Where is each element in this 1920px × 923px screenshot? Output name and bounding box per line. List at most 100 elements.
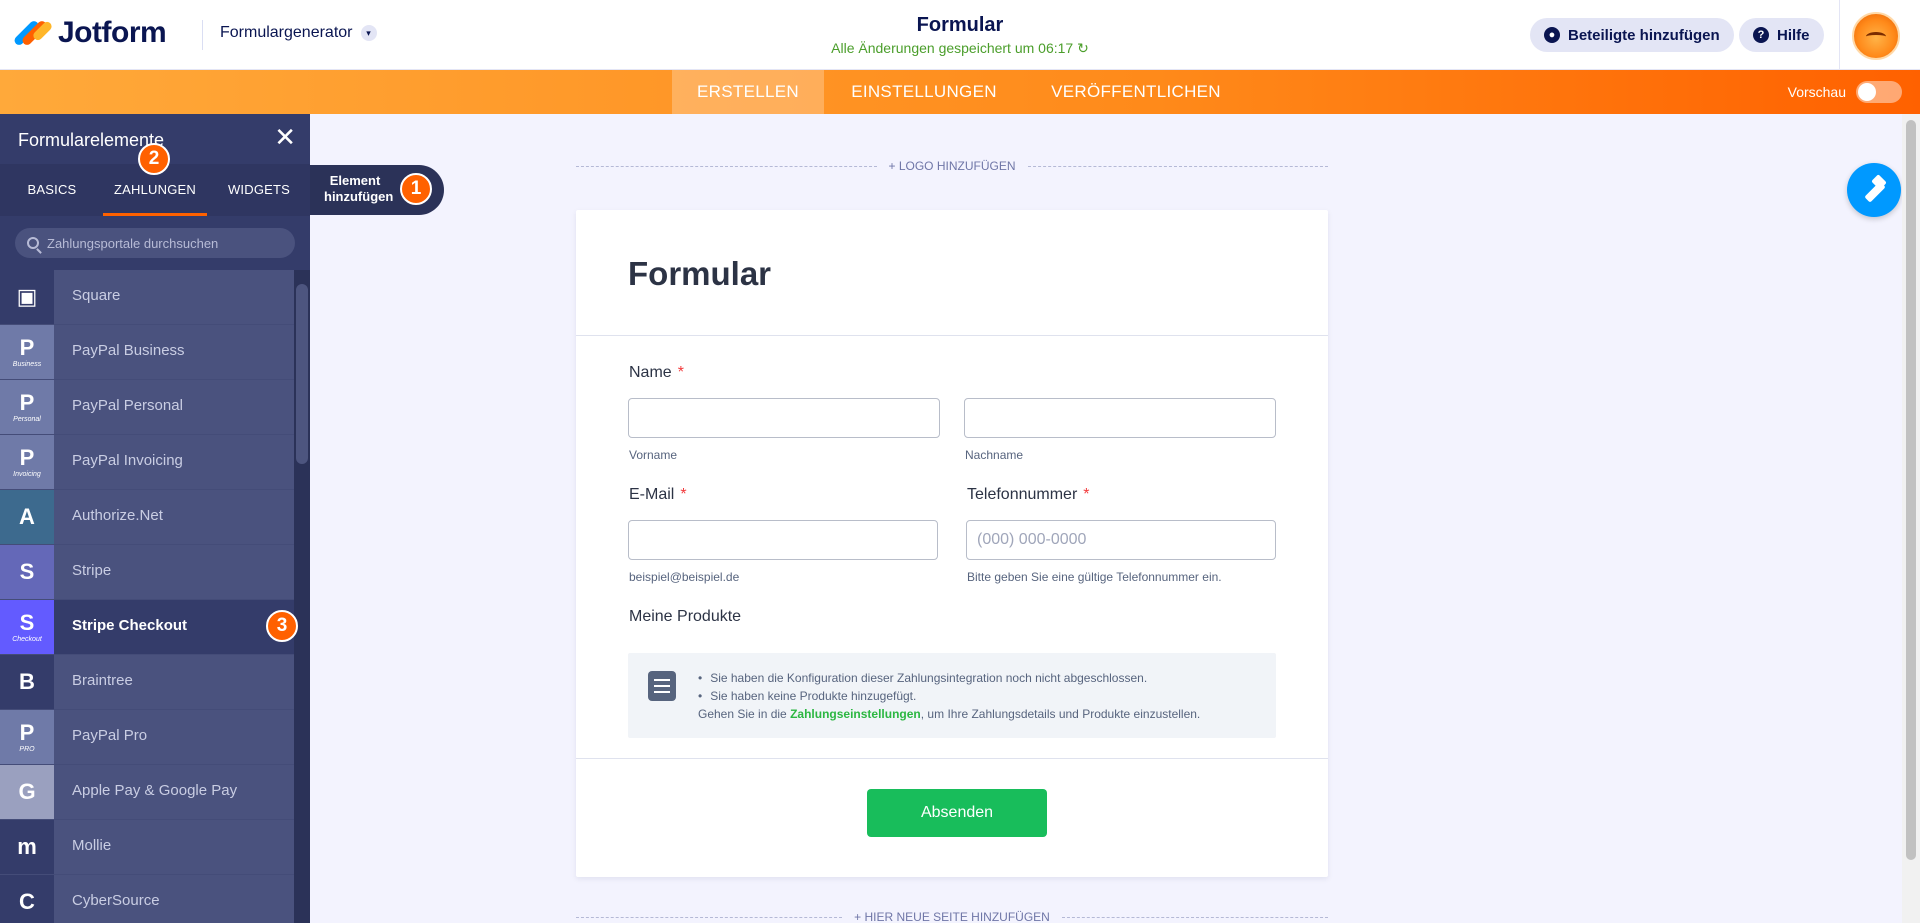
provider-sublabel: Invoicing [13, 470, 41, 478]
save-status: Alle Änderungen gespeichert um 06:17 ↻ [760, 40, 1160, 57]
payment-item-label: Square [72, 287, 121, 304]
payment-item-label: Stripe Checkout [72, 617, 188, 634]
provider-glyph: S [19, 609, 35, 635]
payment-item[interactable]: P Personal PayPal Personal [0, 380, 294, 435]
form-heading[interactable]: Formular [628, 255, 771, 293]
last-name-sublabel: Nachname [965, 448, 1024, 462]
name-label: Name * [629, 364, 684, 382]
refresh-icon: ↻ [1077, 40, 1089, 56]
payment-provider-icon: B [0, 655, 54, 709]
provider-glyph: A [19, 504, 35, 529]
payment-item[interactable]: P Invoicing PayPal Invoicing [0, 435, 294, 490]
user-icon: ● [1544, 27, 1560, 43]
payment-item[interactable]: G Apple Pay & Google Pay [0, 765, 294, 820]
payment-settings-link[interactable]: Zahlungseinstellungen [790, 707, 921, 721]
notice-settings-hint: Gehen Sie in die Zahlungseinstellungen, … [698, 707, 1200, 721]
form-designer-button[interactable] [1847, 163, 1901, 217]
notice-item: Sie haben die Konfiguration dieser Zahlu… [698, 669, 1147, 687]
divider [576, 758, 1328, 759]
form-title[interactable]: Formular [760, 14, 1160, 37]
close-icon[interactable]: ✕ [274, 124, 296, 150]
required-mark: * [677, 364, 684, 381]
form-generator-dropdown[interactable]: Formulargenerator ▾ [220, 24, 377, 42]
builder-nav: ERSTELLEN EINSTELLUNGEN VERÖFFENTLICHEN … [0, 70, 1920, 114]
tab-basics[interactable]: BASICS [18, 164, 86, 216]
add-logo-row[interactable]: + LOGO HINZUFÜGEN [576, 159, 1329, 173]
provider-glyph: P [19, 719, 35, 745]
tab-publish[interactable]: VERÖFFENTLICHEN [1036, 70, 1236, 114]
preview-toggle[interactable] [1856, 81, 1902, 103]
panel-scrollbar[interactable] [294, 270, 310, 923]
phone-label-text: Telefonnummer [967, 486, 1078, 503]
tab-widgets[interactable]: WIDGETS [222, 164, 296, 216]
add-page-row[interactable]: + HIER NEUE SEITE HINZUFÜGEN [576, 910, 1329, 923]
payment-item[interactable]: m Mollie [0, 820, 294, 875]
required-mark: * [680, 486, 687, 503]
payment-item-label: Apple Pay & Google Pay [72, 782, 238, 799]
provider-glyph: C [19, 889, 35, 914]
hint-prefix: Gehen Sie in die [698, 707, 787, 721]
name-label-text: Name [629, 364, 672, 381]
jotform-logo[interactable]: Jotform [12, 16, 167, 50]
form-title-block: Formular Alle Änderungen gespeichert um … [760, 14, 1160, 57]
first-name-input[interactable] [628, 398, 940, 438]
form-generator-label: Formulargenerator [220, 24, 353, 41]
payment-item-label: Authorize.Net [72, 507, 163, 524]
add-page-link[interactable]: + HIER NEUE SEITE HINZUFÜGEN [854, 910, 1050, 923]
phone-input[interactable]: (000) 000-0000 [966, 520, 1276, 560]
submit-button[interactable]: Absenden [867, 789, 1047, 837]
required-mark: * [1083, 486, 1090, 503]
payment-item[interactable]: ▣ Square [0, 270, 294, 325]
provider-glyph: G [18, 779, 36, 804]
page-scrollbar[interactable] [1902, 114, 1920, 923]
add-participants-button[interactable]: ● Beteiligte hinzufügen [1530, 18, 1734, 52]
search-icon [27, 237, 39, 249]
payment-item-label: CyberSource [72, 892, 160, 909]
payment-item[interactable]: A Authorize.Net [0, 490, 294, 545]
step-badge: 3 [266, 610, 298, 642]
add-participants-label: Beteiligte hinzufügen [1568, 26, 1720, 44]
tab-build[interactable]: ERSTELLEN [672, 70, 824, 114]
payment-item[interactable]: B Braintree [0, 655, 294, 710]
chevron-down-icon: ▾ [360, 25, 377, 41]
help-button[interactable]: ? Hilfe [1739, 18, 1824, 52]
provider-glyph: B [19, 669, 35, 694]
save-status-text: Alle Änderungen gespeichert um 06:17 [831, 40, 1074, 56]
provider-sublabel: Checkout [12, 635, 42, 643]
preview-label: Vorschau [1787, 84, 1846, 100]
add-logo-link[interactable]: + LOGO HINZUFÜGEN [889, 159, 1016, 173]
payment-provider-icon: S [0, 545, 54, 599]
payment-item[interactable]: S Checkout Stripe Checkout [0, 600, 294, 655]
tab-settings[interactable]: EINSTELLUNGEN [826, 70, 1022, 114]
payment-provider-icon: P Business [0, 325, 54, 379]
divider [576, 335, 1328, 336]
provider-sublabel: Business [12, 360, 42, 368]
payment-item-label: Braintree [72, 672, 133, 689]
help-label: Hilfe [1777, 26, 1810, 44]
products-label: Meine Produkte [629, 608, 742, 625]
provider-glyph: ▣ [16, 284, 38, 309]
logo-text: Jotform [58, 16, 167, 49]
avatar[interactable] [1852, 12, 1900, 60]
payment-search-input[interactable]: Zahlungsportale durchsuchen [15, 228, 295, 258]
payment-item-label: PayPal Personal [72, 397, 183, 414]
form-elements-panel: Formularelemente ✕ BASICS ZAHLUNGEN WIDG… [0, 114, 310, 923]
provider-glyph: P [19, 334, 35, 360]
provider-sublabel: PRO [19, 745, 35, 753]
add-element-label: Element hinzufügen [324, 173, 394, 204]
payment-item[interactable]: C CyberSource [0, 875, 294, 923]
scrollbar-thumb[interactable] [296, 284, 308, 464]
scrollbar-thumb[interactable] [1906, 120, 1916, 860]
payment-item[interactable]: S Stripe [0, 545, 294, 600]
preview-toggle-group: Vorschau [1788, 81, 1902, 103]
payment-item[interactable]: P Business PayPal Business [0, 325, 294, 380]
email-sublabel: beispiel@beispiel.de [629, 570, 740, 584]
search-placeholder: Zahlungsportale durchsuchen [47, 235, 219, 251]
email-input[interactable] [628, 520, 938, 560]
last-name-input[interactable] [964, 398, 1276, 438]
hint-suffix: , um Ihre Zahlungsdetails und Produkte e… [920, 707, 1201, 721]
payment-item[interactable]: P PRO PayPal Pro [0, 710, 294, 765]
provider-glyph: P [19, 444, 35, 470]
divider [1839, 0, 1840, 70]
first-name-sublabel: Vorname [629, 448, 678, 462]
